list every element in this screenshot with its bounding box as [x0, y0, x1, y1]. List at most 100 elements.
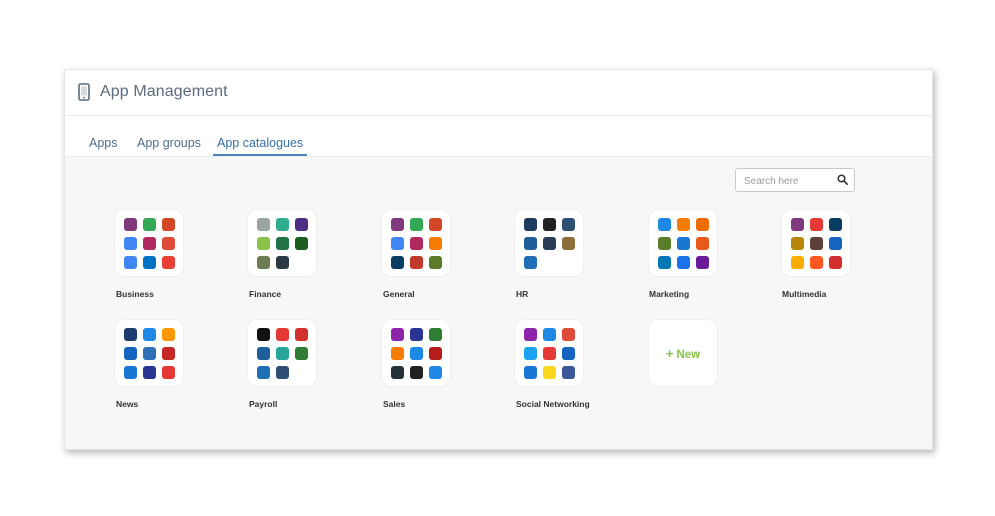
- app-icon: [410, 347, 423, 360]
- search-input[interactable]: [742, 172, 838, 190]
- app-icon: [658, 256, 671, 269]
- app-icon: [696, 256, 709, 269]
- app-icon: [543, 218, 556, 231]
- page-title: App Management: [100, 83, 228, 100]
- app-icon: [162, 328, 175, 341]
- app-icon: [391, 366, 404, 379]
- app-icon-grid: [658, 218, 709, 269]
- search-box: [735, 168, 855, 192]
- catalogue-card-news[interactable]: [115, 320, 183, 386]
- app-icon-grid: [124, 218, 175, 269]
- app-icon: [543, 237, 556, 250]
- app-icon: [658, 218, 671, 231]
- app-icon: [524, 347, 537, 360]
- app-icon: [562, 328, 575, 341]
- app-icon: [295, 347, 308, 360]
- app-icon: [124, 347, 137, 360]
- app-icon: [543, 366, 556, 379]
- app-icon: [524, 366, 537, 379]
- app-icon: [696, 218, 709, 231]
- catalogue-card-hr[interactable]: [515, 210, 583, 276]
- app-icon: [162, 218, 175, 231]
- app-icon: [162, 347, 175, 360]
- app-icon: [791, 218, 804, 231]
- app-icon: [257, 366, 270, 379]
- tab-apps[interactable]: Apps: [85, 136, 122, 154]
- search-icon[interactable]: [837, 174, 848, 185]
- app-icon: [295, 218, 308, 231]
- app-icon: [543, 328, 556, 341]
- catalogue-label: Marketing: [649, 289, 690, 299]
- app-icon: [524, 218, 537, 231]
- tab-app-catalogues[interactable]: App catalogues: [213, 136, 308, 156]
- app-icon: [829, 218, 842, 231]
- catalogue-label: HR: [516, 289, 529, 299]
- app-icon: [391, 328, 404, 341]
- app-icon: [124, 328, 137, 341]
- app-icon: [257, 347, 270, 360]
- app-icon: [810, 218, 823, 231]
- catalogue-label: Finance: [249, 289, 282, 299]
- app-icon: [276, 237, 289, 250]
- app-icon: [162, 237, 175, 250]
- app-icon: [429, 237, 442, 250]
- catalogue-card-sales[interactable]: [382, 320, 450, 386]
- app-icon: [791, 237, 804, 250]
- app-icon: [162, 366, 175, 379]
- catalogue-card-multimedia[interactable]: [782, 210, 850, 276]
- app-icon: [562, 218, 575, 231]
- catalogue-card-social-networking[interactable]: [515, 320, 583, 386]
- catalogue-card-marketing[interactable]: [649, 210, 717, 276]
- app-icon: [677, 256, 690, 269]
- app-icon: [276, 347, 289, 360]
- app-icon: [810, 256, 823, 269]
- app-icon: [410, 366, 423, 379]
- app-icon: [696, 237, 709, 250]
- app-icon: [124, 237, 137, 250]
- app-icon-grid: [124, 328, 175, 379]
- app-icon: [162, 256, 175, 269]
- app-icon-grid: [391, 218, 442, 269]
- app-icon: [562, 347, 575, 360]
- app-icon: [429, 366, 442, 379]
- app-icon: [791, 256, 804, 269]
- app-icon: [143, 256, 156, 269]
- tab-app-groups[interactable]: App groups: [133, 136, 205, 154]
- catalogue-label: Business: [116, 289, 154, 299]
- app-icon: [410, 218, 423, 231]
- app-icon: [143, 328, 156, 341]
- catalogue-card-business[interactable]: [115, 210, 183, 276]
- catalogue-card-general[interactable]: [382, 210, 450, 276]
- app-icon: [562, 237, 575, 250]
- app-icon: [810, 237, 823, 250]
- catalogue-label: Payroll: [249, 399, 278, 409]
- app-icon: [429, 328, 442, 341]
- app-icon: [295, 237, 308, 250]
- catalogue-label: Multimedia: [782, 289, 827, 299]
- app-icon: [524, 328, 537, 341]
- app-icon: [124, 256, 137, 269]
- app-icon-grid: [257, 218, 308, 269]
- app-icon: [410, 237, 423, 250]
- app-icon: [257, 218, 270, 231]
- app-icon: [658, 237, 671, 250]
- app-icon: [543, 347, 556, 360]
- panel-header: App Management: [65, 70, 932, 116]
- catalogue-card-payroll[interactable]: [248, 320, 316, 386]
- app-icon: [257, 328, 270, 341]
- plus-icon: +: [665, 345, 674, 361]
- app-icon: [410, 328, 423, 341]
- app-icon: [829, 237, 842, 250]
- app-icon: [276, 366, 289, 379]
- catalogue-card-finance[interactable]: [248, 210, 316, 276]
- app-icon: [524, 237, 537, 250]
- app-icon: [429, 256, 442, 269]
- mobile-phone-icon: [78, 83, 90, 101]
- app-icon-grid: [524, 328, 575, 379]
- app-icon: [143, 237, 156, 250]
- app-icon: [429, 347, 442, 360]
- new-catalogue-button[interactable]: + New: [649, 320, 717, 386]
- app-icon: [677, 237, 690, 250]
- app-icon: [391, 256, 404, 269]
- app-icon-grid: [791, 218, 842, 269]
